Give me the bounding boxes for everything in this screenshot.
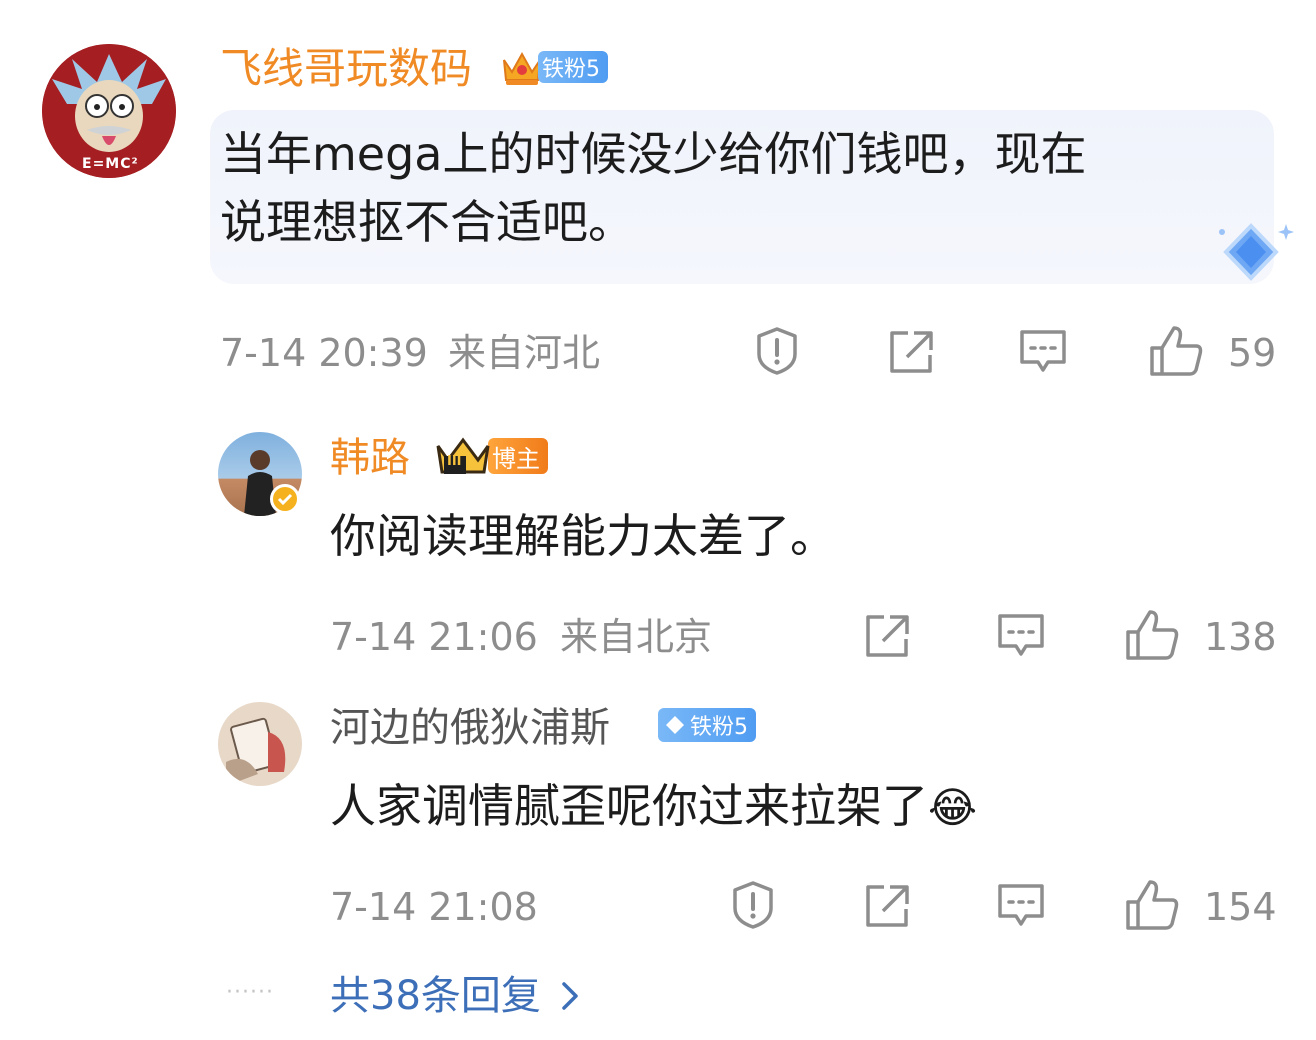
like-icon[interactable] <box>1124 878 1180 932</box>
comment-text-line1: 当年mega上的时候没少给你们钱吧，现在 <box>220 127 1087 181</box>
comment-icon[interactable] <box>996 612 1046 660</box>
verified-icon <box>270 484 300 514</box>
share-icon[interactable] <box>862 612 912 660</box>
more-dots: ······ <box>226 980 274 1005</box>
fan-badge: 铁粉5 <box>500 46 608 88</box>
reply-text-hanlu: 你阅读理解能力太差了。 <box>330 509 836 563</box>
report-icon[interactable] <box>752 326 802 376</box>
reply-text-hebian: 人家调情腻歪呢你过来拉架了😂 <box>330 772 977 842</box>
like-icon[interactable] <box>1148 324 1204 378</box>
comment-time: 7-14 20:39 <box>220 331 428 375</box>
reply-author-hebian[interactable]: 河边的俄狄浦斯 <box>330 708 610 748</box>
crown-icon: III <box>434 434 492 478</box>
share-icon[interactable] <box>886 328 936 376</box>
diamond-icon <box>1208 218 1294 288</box>
share-icon[interactable] <box>862 882 912 930</box>
fan-badge-label: 铁粉5 <box>690 715 748 740</box>
avatar-caption: E=MC² <box>82 156 139 172</box>
fan-badge-label: 铁粉5 <box>538 51 608 83</box>
more-replies-label[interactable]: 共38条回复 <box>330 976 541 1016</box>
laughing-emoji-icon: 😂 <box>928 783 978 832</box>
reply-text-content: 人家调情腻歪呢你过来拉架了 <box>330 779 928 833</box>
like-icon[interactable] <box>1124 608 1180 662</box>
blogger-badge: III 博主 <box>434 434 548 478</box>
avatar-hebian[interactable] <box>218 702 302 786</box>
blogger-rank: III <box>447 454 462 469</box>
comment-icon[interactable] <box>996 882 1046 930</box>
fan-badge: 铁粉5 <box>658 708 756 742</box>
comment-location: 来自河北 <box>448 331 601 375</box>
report-icon[interactable] <box>728 880 778 930</box>
reply-time-hanlu: 7-14 21:06 <box>330 615 538 659</box>
comment-text-line2: 说理想抠不合适吧。 <box>220 195 634 249</box>
comment-like-count: 59 <box>1228 331 1277 375</box>
blogger-badge-label: 博主 <box>488 438 548 474</box>
avatar-feixiange[interactable]: E=MC² <box>42 44 176 178</box>
reply-like-count-hanlu: 138 <box>1204 615 1277 659</box>
reply-like-count-hebian: 154 <box>1204 885 1277 929</box>
diamond-icon <box>664 714 686 736</box>
reply-location-hanlu: 来自北京 <box>560 615 713 659</box>
comment-icon[interactable] <box>1018 328 1068 376</box>
reply-time-hebian: 7-14 21:08 <box>330 885 538 929</box>
more-replies-link[interactable]: 共38条回复 <box>330 976 581 1016</box>
chevron-right-icon[interactable] <box>559 979 581 1013</box>
comment-author-name[interactable]: 飞线哥玩数码 <box>220 48 472 90</box>
reply-author-hanlu[interactable]: 韩路 <box>330 438 410 478</box>
